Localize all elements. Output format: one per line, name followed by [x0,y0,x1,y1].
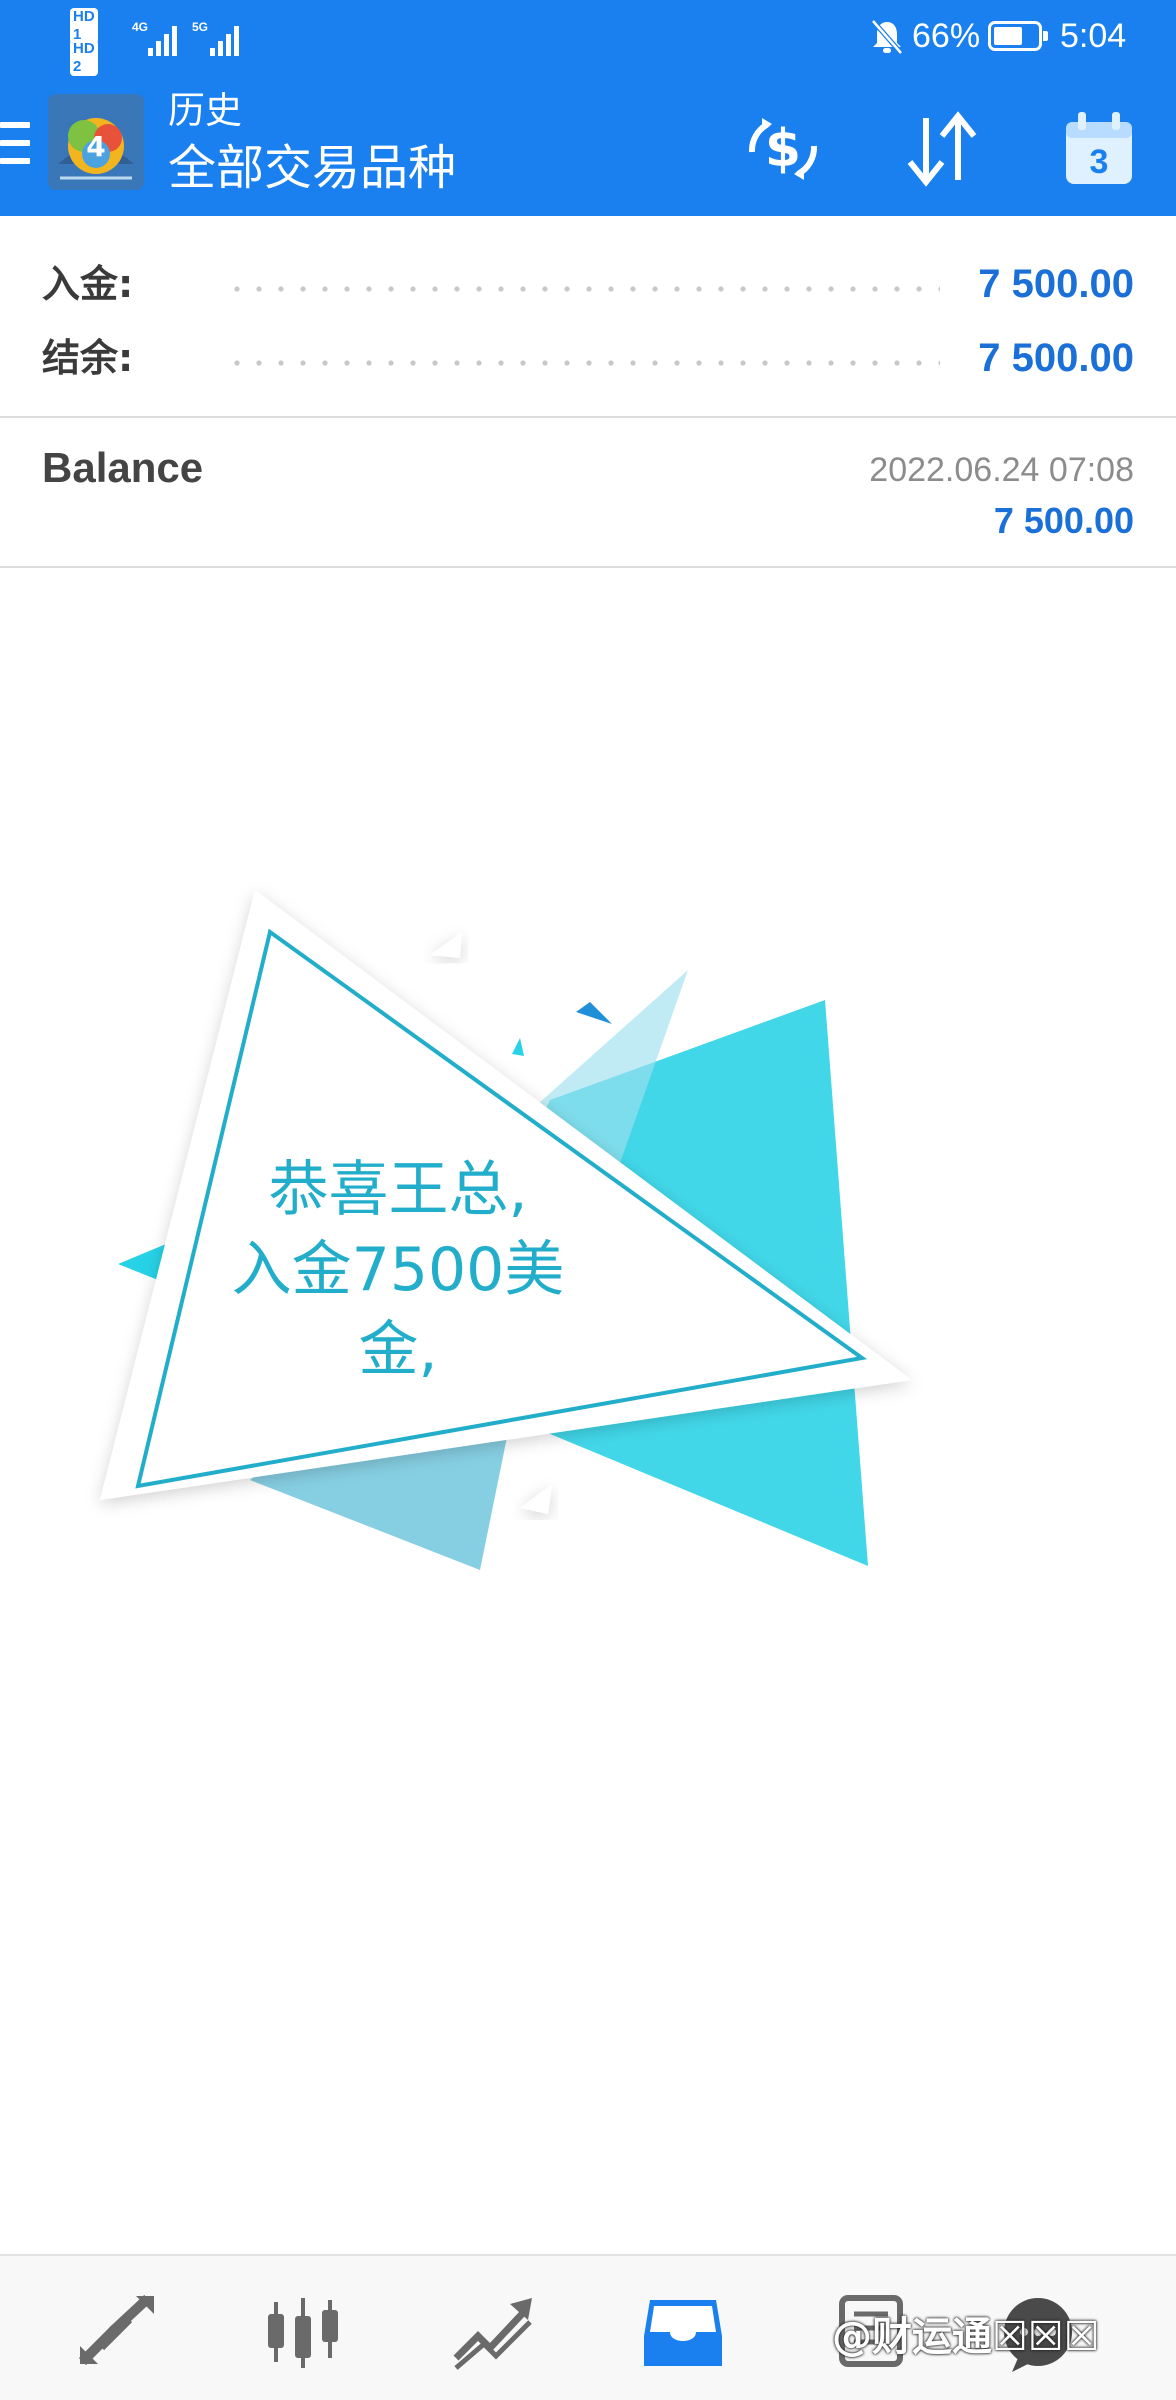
congrats-graphic: 恭喜王总, 入金7500美 金, [0,860,1176,1620]
balance-row: 结余: 7 500.00 [0,322,1176,392]
calendar-day: 3 [1089,143,1109,181]
sort-icon[interactable] [896,104,986,194]
balance-label: 结余: [42,336,134,380]
history-icon[interactable] [638,2292,728,2372]
battery-percent: 66% [912,17,981,55]
clock: 5:04 [1060,17,1127,55]
signal-icon [148,22,182,56]
calendar-icon[interactable]: 3 [1054,104,1144,194]
signal-icon [210,22,244,56]
greeting-line: 入金7500美 [231,1235,565,1305]
symbol-filter[interactable]: 全部交易品种 [168,136,456,200]
quotes-icon[interactable] [72,2292,162,2372]
deal-amount: 7 500.00 [993,500,1134,541]
trade-icon[interactable] [448,2292,538,2372]
bottom-navigation: @财运通☒☒☒ [0,2254,1176,2400]
deposit-label: 入金: [42,262,134,306]
watermark: @财运通☒☒☒ [832,2314,1100,2360]
deposit-row: 入金: 7 500.00 [0,248,1176,318]
deal-time: 2022.06.24 07:08 [869,451,1134,489]
currency-swap-icon[interactable]: $ [738,104,828,194]
svg-text:4: 4 [86,130,105,163]
mute-bell-icon [871,19,903,55]
chart-icon[interactable] [258,2292,348,2372]
history-summary: 入金: 7 500.00 结余: 7 500.00 [0,216,1176,418]
network-type-2: 5G [192,20,209,34]
status-bar: HD 1 HD 2 4G 5G 66% 5:04 [0,0,1176,76]
sim2-indicator: HD 2 [70,40,102,76]
dotted-leader [226,360,940,366]
balance-value: 7 500.00 [978,336,1134,380]
network-type-1: 4G [132,20,149,34]
battery-icon [988,21,1048,51]
sim1-indicator: HD 1 [70,8,102,44]
status-right: 66% 5:04 [846,0,1176,76]
menu-icon[interactable] [0,122,32,166]
greeting-text: 恭喜王总, 入金7500美 金, [198,1150,598,1390]
dotted-leader [226,286,940,292]
page-title: 历史 [168,89,242,132]
greeting-line: 金, [358,1315,438,1385]
deposit-value: 7 500.00 [978,262,1134,306]
app-bar: 4 历史 全部交易品种 $ 3 [0,76,1176,216]
svg-text:$: $ [765,119,801,179]
app-logo: 4 [48,94,144,190]
greeting-line: 恭喜王总, [268,1155,528,1225]
list-item[interactable]: Balance 2022.06.24 07:08 7 500.00 [0,420,1176,568]
deal-type: Balance [42,444,204,491]
